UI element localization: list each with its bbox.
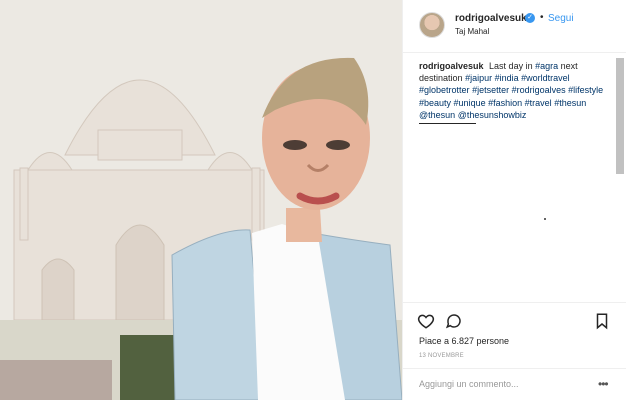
post-side-panel: rodrigoalvesuk ✓ • Segui Taj Mahal rodri… (402, 0, 626, 400)
separator-dot: • (540, 12, 544, 23)
hashtag[interactable]: #beauty (419, 98, 451, 108)
more-options-button[interactable]: ••• (598, 377, 609, 391)
hashtag[interactable]: #india (495, 73, 519, 83)
bookmark-icon[interactable] (593, 312, 611, 330)
avatar[interactable] (419, 12, 445, 38)
location-link[interactable]: Taj Mahal (455, 27, 489, 36)
caption-text: Last day in (489, 61, 533, 71)
post-actions (403, 302, 626, 339)
username[interactable]: rodrigoalvesuk (455, 13, 527, 24)
mention[interactable]: @thesunshowbiz (458, 110, 527, 120)
hashtag[interactable]: #jaipur (465, 73, 492, 83)
post-photo[interactable] (0, 0, 402, 400)
caption-divider (419, 123, 476, 124)
post-date: 13 NOVEMBRE (419, 353, 464, 359)
hashtag[interactable]: #jetsetter (472, 85, 509, 95)
comment-bar: Aggiungi un commento... ••• (403, 368, 626, 401)
vertical-scrollbar[interactable] (616, 58, 624, 174)
post-caption: rodrigoalvesuk Last day in #agra next de… (419, 60, 609, 121)
heart-icon[interactable] (417, 312, 435, 330)
hashtag[interactable]: #agra (535, 61, 558, 71)
verified-badge-icon: ✓ (525, 13, 535, 23)
hashtag[interactable]: #lifestyle (568, 85, 603, 95)
comment-input[interactable]: Aggiungi un commento... (419, 379, 519, 389)
taj-mahal-portrait-image (0, 0, 402, 400)
hashtag[interactable]: #fashion (488, 98, 522, 108)
comment-icon[interactable] (445, 312, 463, 330)
decorative-dot (544, 218, 546, 220)
hashtag[interactable]: #globetrotter (419, 85, 470, 95)
hashtag[interactable]: #worldtravel (521, 73, 570, 83)
post-header: rodrigoalvesuk ✓ • Segui Taj Mahal (403, 0, 626, 53)
mention[interactable]: @thesun (419, 110, 455, 120)
hashtag[interactable]: #unique (454, 98, 486, 108)
likes-count[interactable]: Piace a 6.827 persone (419, 336, 509, 346)
caption-username[interactable]: rodrigoalvesuk (419, 61, 484, 71)
hashtag[interactable]: #thesun (554, 98, 586, 108)
follow-button[interactable]: Segui (548, 13, 574, 24)
hashtag[interactable]: #travel (525, 98, 552, 108)
hashtag[interactable]: #rodrigoalves (512, 85, 566, 95)
